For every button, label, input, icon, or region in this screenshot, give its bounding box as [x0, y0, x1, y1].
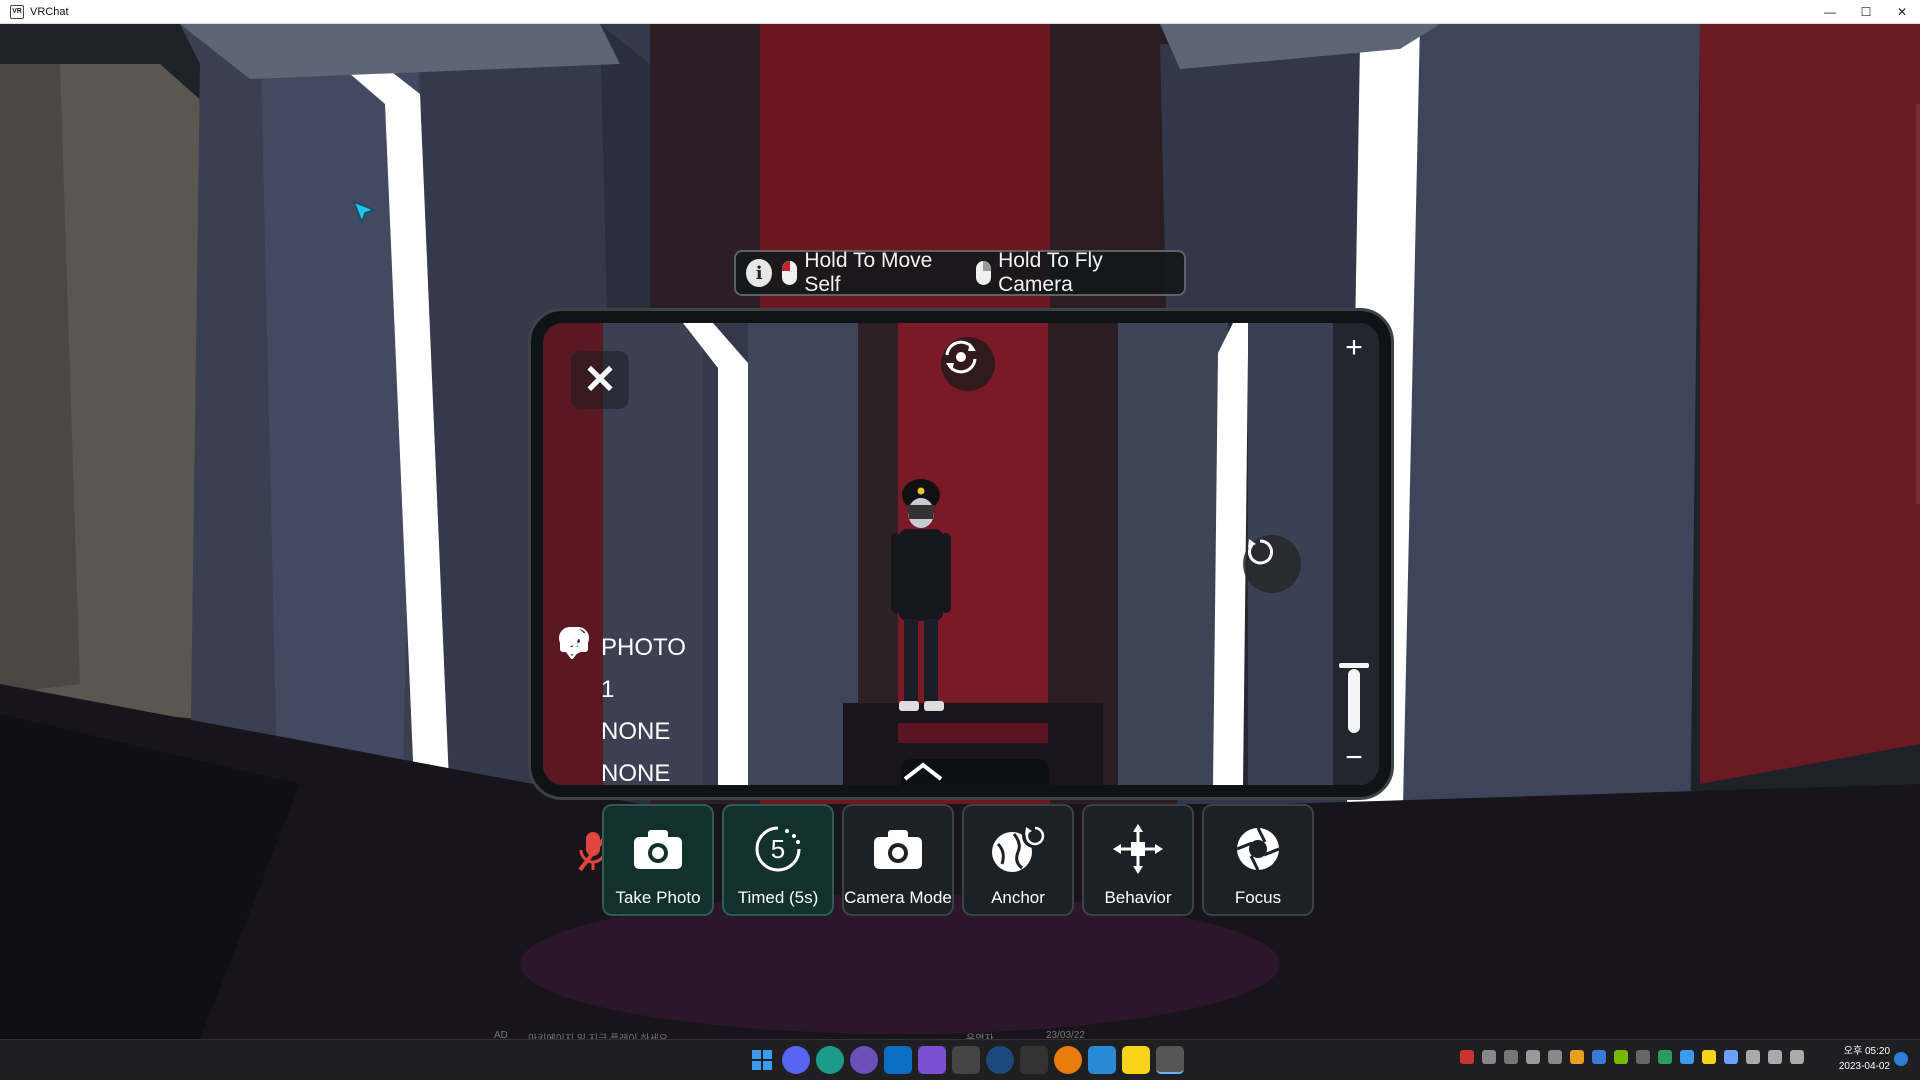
rotate-reset-icon: [1248, 539, 1273, 565]
lens-aperture-icon: [559, 627, 593, 747]
left-mouse-icon: [782, 261, 798, 285]
clock-date: 2023-04-02: [1838, 1061, 1890, 1072]
tray-download-icon[interactable]: [1460, 1050, 1474, 1064]
window-title: VRChat: [30, 5, 69, 18]
focus-label: Focus: [1234, 888, 1282, 907]
camera-mode-button[interactable]: Camera Mode: [842, 804, 954, 916]
zoom-out-button[interactable]: −: [1339, 741, 1369, 775]
globe-icon: [992, 824, 1046, 872]
windows-taskbar: 오후 05:20 2023-04-02: [0, 1039, 1920, 1080]
vrchat-taskbar-icon[interactable]: [1156, 1046, 1184, 1074]
title-bar: VR VRChat — ☐ ✕: [0, 0, 1920, 24]
focus-button[interactable]: Focus: [1202, 804, 1314, 916]
start-menu-icon[interactable]: [748, 1046, 776, 1074]
behavior-label: Behavior: [1104, 888, 1172, 907]
timer-value: 5: [771, 834, 785, 864]
camera-mode-icon: [874, 830, 922, 869]
move-icon: [1113, 824, 1163, 874]
kakaotalk-icon[interactable]: [1122, 1046, 1150, 1074]
tray-app-icon[interactable]: [1658, 1050, 1672, 1064]
tray-usb-icon[interactable]: [1526, 1050, 1540, 1064]
anchor-label: Anchor: [991, 888, 1045, 907]
zoom-slider-handle[interactable]: [1339, 663, 1369, 739]
camera-viewport[interactable]: ✕ + − PHOTO 1 NONE NONE: [543, 323, 1379, 785]
expand-menu-button[interactable]: [901, 759, 1049, 785]
tray-display-icon[interactable]: [1768, 1050, 1782, 1064]
blender-icon[interactable]: [1054, 1046, 1082, 1074]
github-icon[interactable]: [850, 1046, 878, 1074]
window-controls: — ☐ ✕: [1812, 0, 1920, 24]
chevron-up-icon: [903, 762, 943, 781]
aperture-icon: [1236, 827, 1280, 871]
camera-icon: [634, 830, 682, 869]
flip-camera-icon: [945, 340, 977, 374]
tray-volume-icon[interactable]: [1790, 1050, 1804, 1064]
tray-steam-icon[interactable]: [1636, 1050, 1650, 1064]
taskbar-apps: [748, 1046, 1184, 1074]
camera-action-bar: Take Photo 5 Timed (5s) Camera Mode Anch…: [602, 804, 1314, 916]
tray-mic-icon[interactable]: [1724, 1050, 1738, 1064]
info-icon: i: [746, 259, 773, 287]
tray-grid-icon[interactable]: [1680, 1050, 1694, 1064]
status-pin-text: 1: [601, 676, 615, 703]
tray-network-icon[interactable]: [1548, 1050, 1562, 1064]
toggle-filter-icon: [559, 627, 593, 785]
vscode-icon[interactable]: [884, 1046, 912, 1074]
take-photo-button[interactable]: Take Photo: [602, 804, 714, 916]
tray-nvidia-icon[interactable]: [1614, 1050, 1628, 1064]
status-pin-row: 1: [559, 628, 686, 711]
right-mouse-icon: [976, 261, 992, 285]
vrchat-window: VR VRChat — ☐ ✕ i Hold To Move Self Hold…: [0, 0, 1920, 1080]
edge-browser-icon[interactable]: [816, 1046, 844, 1074]
status-filter-text: NONE: [601, 760, 671, 785]
camera-status-list: PHOTO 1 NONE NONE: [559, 627, 686, 785]
tray-search-icon[interactable]: [1482, 1050, 1496, 1064]
unity-icon[interactable]: [952, 1046, 980, 1074]
status-lens-text: NONE: [601, 718, 671, 745]
vrchat-app-icon: VR: [10, 4, 24, 19]
timed-photo-label: Timed (5s): [737, 888, 819, 907]
hint-move-self: Hold To Move Self: [804, 249, 933, 296]
steam-icon[interactable]: [986, 1046, 1014, 1074]
paint-icon[interactable]: [1088, 1046, 1116, 1074]
cursor-arrow-icon: [352, 200, 377, 225]
flip-camera-button[interactable]: [941, 337, 995, 391]
camera-mode-label: Camera Mode: [844, 888, 952, 907]
close-camera-button[interactable]: ✕: [571, 351, 629, 409]
take-photo-label: Take Photo: [615, 888, 701, 907]
hint-fly-camera: Hold To Fly Camera: [998, 249, 1103, 296]
scrollbar[interactable]: [1916, 104, 1920, 504]
system-tray: [1460, 1050, 1804, 1064]
zoom-in-button[interactable]: +: [1339, 331, 1369, 365]
terminal-icon[interactable]: [1020, 1046, 1048, 1074]
tray-chat-icon[interactable]: [1702, 1050, 1716, 1064]
maximize-button[interactable]: ☐: [1848, 0, 1884, 24]
timed-photo-button[interactable]: 5 Timed (5s): [722, 804, 834, 916]
tray-key-icon[interactable]: [1570, 1050, 1584, 1064]
camera-viewport-frame: ✕ + − PHOTO 1 NONE NONE: [528, 308, 1394, 800]
visual-studio-icon[interactable]: [918, 1046, 946, 1074]
game-scene[interactable]: i Hold To Move Self Hold To Fly Camera ✕…: [0, 24, 1920, 1039]
status-mode-text: PHOTO: [601, 634, 686, 661]
timer-icon: 5: [755, 826, 801, 872]
close-window-button[interactable]: ✕: [1884, 0, 1920, 24]
status-lens-row: NONE: [559, 627, 686, 753]
taskbar-clock[interactable]: 오후 05:20 2023-04-02: [1834, 1044, 1890, 1074]
behavior-button[interactable]: Behavior: [1082, 804, 1194, 916]
status-filter-row: NONE: [559, 627, 686, 785]
tray-discord-icon[interactable]: [1504, 1050, 1518, 1064]
tray-cloud-icon[interactable]: [1592, 1050, 1606, 1064]
notification-icon[interactable]: [1894, 1052, 1908, 1066]
reset-rotation-button[interactable]: [1243, 535, 1301, 593]
tray-language-icon[interactable]: [1746, 1050, 1760, 1064]
anchor-button[interactable]: Anchor: [962, 804, 1074, 916]
discord-icon[interactable]: [782, 1046, 810, 1074]
camera-hint-bar: i Hold To Move Self Hold To Fly Camera: [734, 249, 1186, 296]
minimize-button[interactable]: —: [1812, 0, 1848, 24]
clock-time: 오후 05:20: [1843, 1046, 1890, 1057]
pin-camera-icon: [559, 628, 593, 705]
